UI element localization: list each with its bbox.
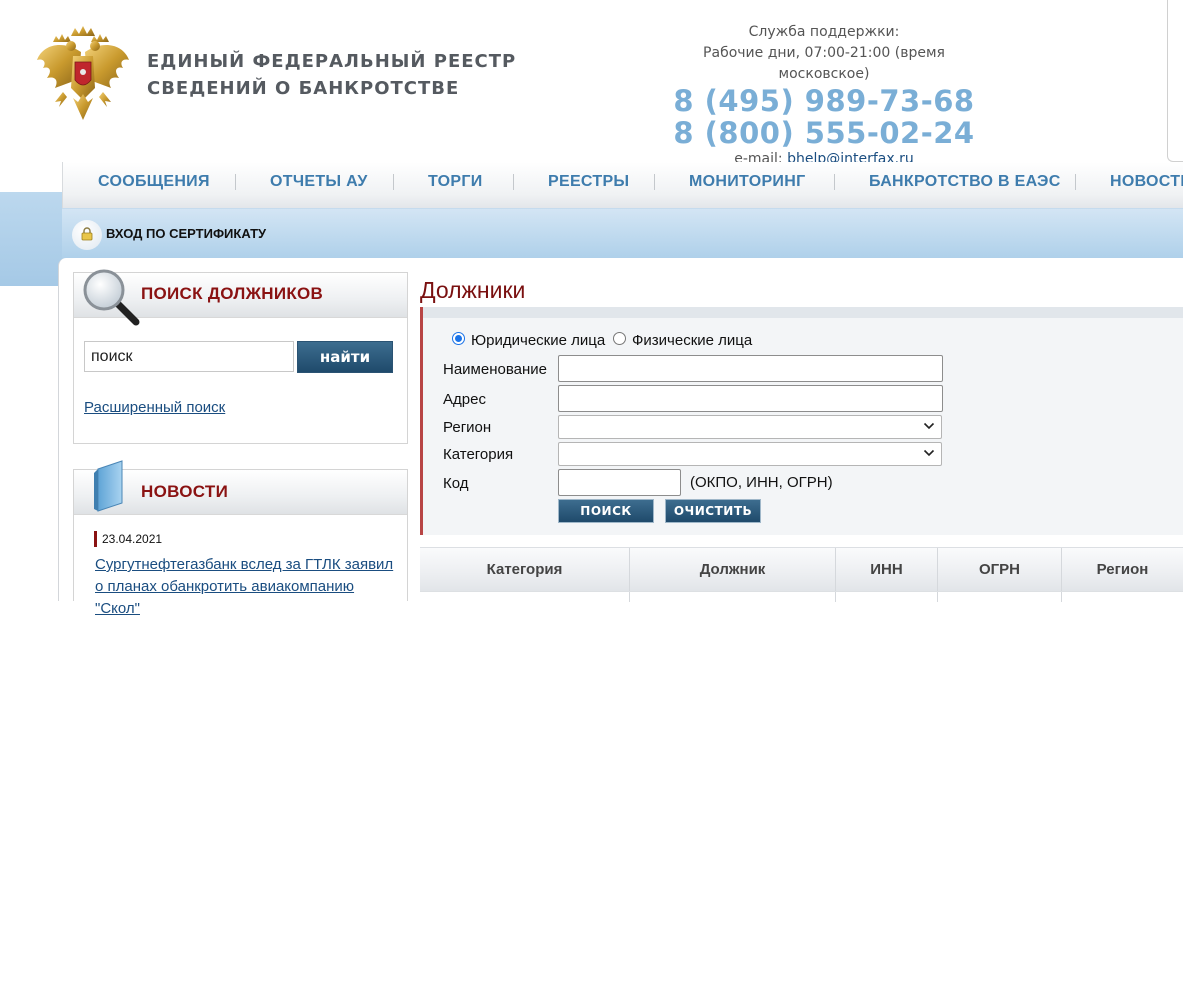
nav-separator (1075, 174, 1076, 190)
magnifier-icon (83, 269, 140, 326)
address-input[interactable] (558, 385, 943, 412)
nav-item-news[interactable]: НОВОСТИ (1110, 173, 1183, 191)
code-label: Код (443, 475, 469, 492)
name-input[interactable] (558, 355, 943, 382)
nav-separator (513, 174, 514, 190)
support-label: Служба поддержки: (748, 24, 900, 40)
clear-button[interactable]: ОЧИСТИТЬ (665, 499, 761, 523)
site-title-line1: ЕДИНЫЙ ФЕДЕРАЛЬНЫЙ РЕЕСТР (147, 51, 517, 72)
news-link[interactable]: Сургутнефтегазбанк вслед за ГТЛК заявил … (95, 554, 395, 620)
side-frame (1167, 0, 1183, 162)
form-top-bar (423, 307, 1183, 318)
nav-item-messages[interactable]: СООБЩЕНИЯ (98, 173, 210, 191)
support-block: Служба поддержки: Рабочие дни, 07:00-21:… (664, 22, 984, 170)
site-title-line2: СВЕДЕНИЙ О БАНКРОТСТВЕ (147, 78, 460, 99)
work-hours: Рабочие дни, 07:00-21:00 (время московск… (703, 45, 945, 82)
search-panel-title: ПОИСК ДОЛЖНИКОВ (141, 284, 324, 303)
category-label: Категория (443, 446, 514, 463)
chevron-down-icon (923, 422, 935, 430)
name-label: Наименование (443, 361, 547, 378)
search-button[interactable]: ПОИСК (558, 499, 654, 523)
radio-individuals[interactable] (613, 332, 626, 345)
category-select[interactable] (558, 442, 942, 466)
book-icon (94, 460, 123, 512)
nav-item-eaeu[interactable]: БАНКРОТСТВО В ЕАЭС (869, 173, 1061, 191)
lock-icon (81, 227, 93, 241)
find-button[interactable]: найти (297, 341, 393, 373)
radio-individual-label[interactable]: Физические лица (632, 332, 752, 349)
cert-login-link[interactable]: ВХОД ПО СЕРТИФИКАТУ (106, 226, 266, 241)
news-panel-title: НОВОСТИ (141, 482, 229, 501)
region-label: Регион (443, 419, 492, 436)
advanced-search-link[interactable]: Расширенный поиск (84, 399, 225, 416)
nav-separator (393, 174, 394, 190)
address-label: Адрес (443, 391, 486, 408)
radio-legal-entities[interactable] (452, 332, 465, 345)
page-title: Должники (420, 277, 526, 303)
nav-item-reports[interactable]: ОТЧЕТЫ АУ (270, 173, 368, 191)
results-table-header: Категория Должник ИНН ОГРН Регион (420, 547, 1183, 602)
news-date: 23.04.2021 (94, 531, 162, 547)
table-row (420, 591, 1183, 602)
main-nav: СООБЩЕНИЯ ОТЧЕТЫ АУ ТОРГИ РЕЕСТРЫ МОНИТО… (62, 162, 1183, 208)
nav-item-monitoring[interactable]: МОНИТОРИНГ (689, 173, 805, 191)
nav-separator (834, 174, 835, 190)
code-input[interactable] (558, 469, 681, 496)
coat-of-arms-logo (37, 26, 129, 120)
nav-separator (235, 174, 236, 190)
phone-1: 8 (495) 989-73-68 (673, 84, 975, 118)
nav-item-registries[interactable]: РЕЕСТРЫ (548, 173, 629, 191)
phone-2: 8 (800) 555-02-24 (673, 116, 975, 150)
debtor-search-input[interactable]: поиск (84, 341, 294, 372)
code-hint: (ОКПО, ИНН, ОГРН) (690, 474, 833, 491)
left-band (0, 192, 62, 286)
nav-separator (654, 174, 655, 190)
region-select[interactable] (558, 415, 942, 439)
nav-item-auctions[interactable]: ТОРГИ (428, 173, 483, 191)
chevron-down-icon (923, 449, 935, 457)
radio-legal-label[interactable]: Юридические лица (471, 332, 605, 349)
